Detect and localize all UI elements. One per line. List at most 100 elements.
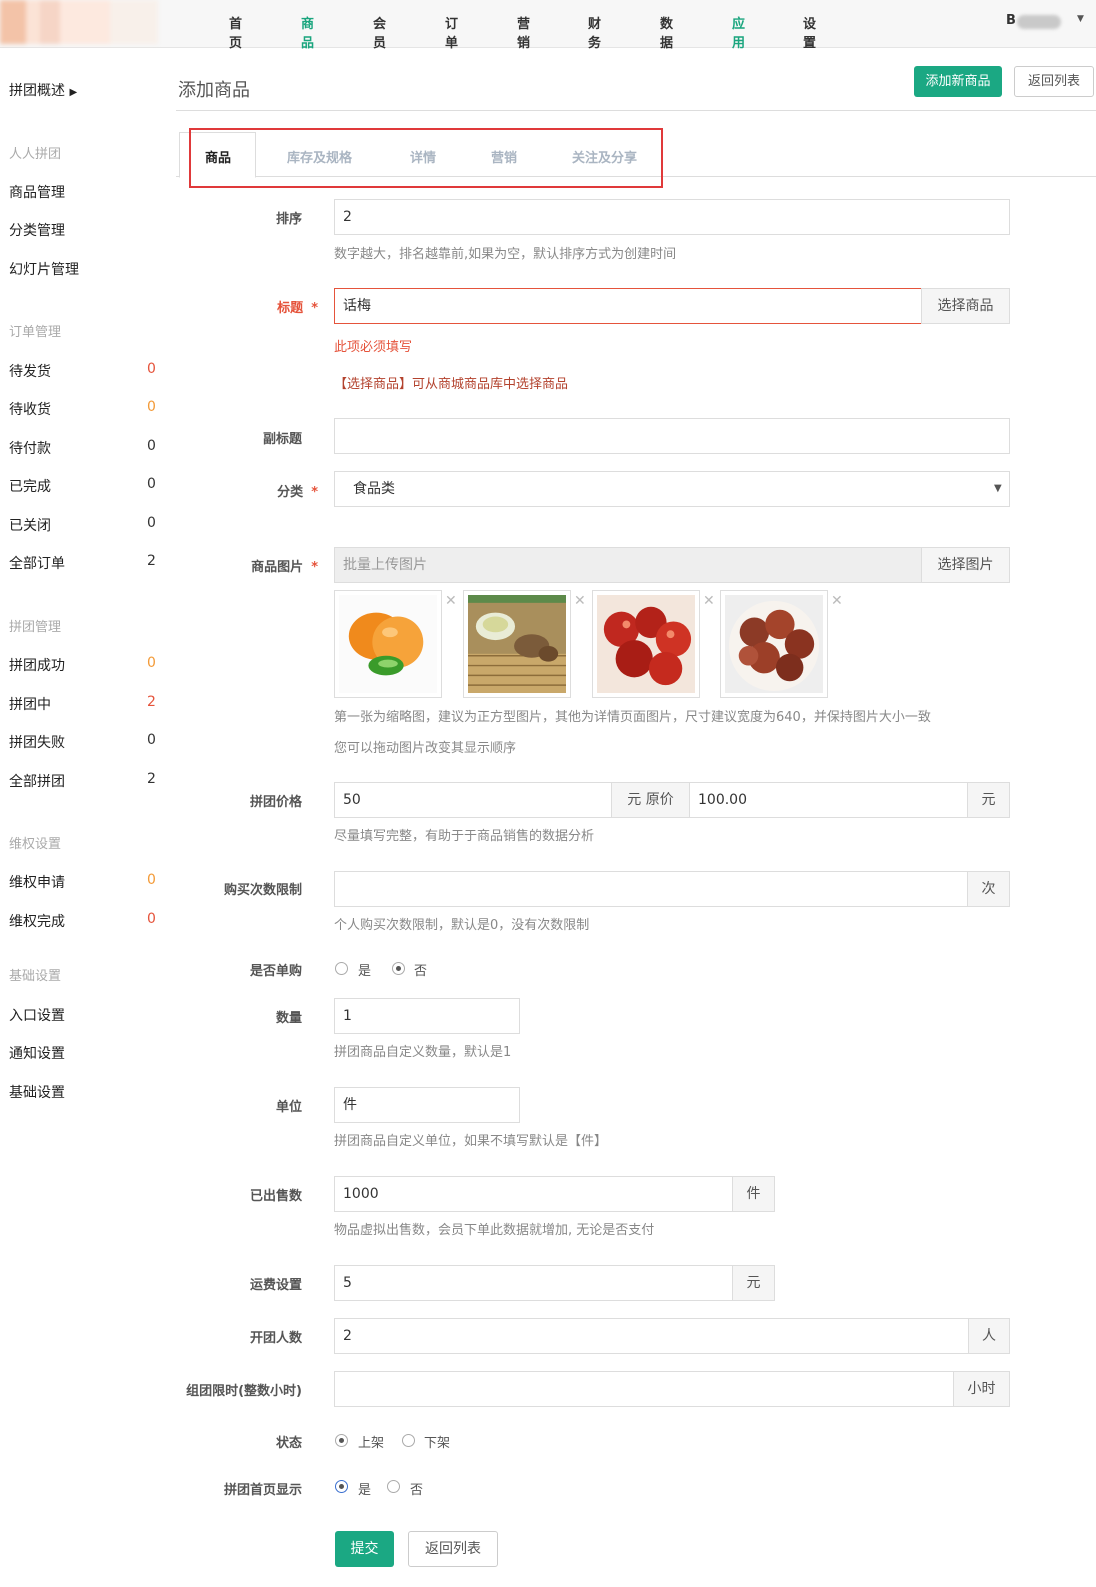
images-label: 商品图片 * — [158, 556, 318, 575]
group-price-input[interactable]: 50 — [334, 782, 612, 818]
freight-label: 运费设置 — [249, 1278, 302, 1293]
nav-member[interactable]: 会员 — [373, 13, 386, 51]
category-label: 分类 * — [158, 481, 318, 500]
divider — [176, 110, 1096, 111]
price-unit-addon: 元 原价 — [611, 782, 690, 818]
sidebar-item-to-ship[interactable]: 待发货 — [9, 361, 51, 381]
sidebar-item-to-pay[interactable]: 待付款 — [9, 438, 51, 458]
sold-label: 已出售数 — [249, 1189, 302, 1204]
sidebar-item-entry[interactable]: 入口设置 — [9, 1005, 65, 1025]
sidebar-head-basic: 基础设置 — [9, 969, 62, 984]
original-price-input[interactable]: 100.00 — [689, 782, 968, 818]
unit-label: 单位 — [275, 1100, 302, 1115]
freight-input[interactable]: 5 — [334, 1265, 733, 1301]
nav-order[interactable]: 订单 — [445, 13, 458, 51]
product-image-2[interactable] — [463, 590, 571, 698]
sidebar-item-rights-done[interactable]: 维权完成 — [9, 911, 65, 931]
chevron-down-icon: ▼ — [994, 483, 1002, 494]
status-off-radio[interactable] — [402, 1434, 415, 1447]
unit-input[interactable]: 件 — [334, 1087, 520, 1123]
group-size-input[interactable]: 2 — [334, 1318, 969, 1354]
required-star: * — [311, 485, 318, 500]
submit-button[interactable]: 提交 — [335, 1531, 394, 1567]
purchase-limit-input[interactable] — [334, 871, 968, 907]
nav-marketing[interactable]: 营销 — [517, 13, 530, 51]
sidebar-item-category[interactable]: 分类管理 — [9, 220, 65, 240]
quantity-input[interactable]: 1 — [334, 998, 520, 1034]
remove-image-4-icon[interactable]: ✕ — [831, 593, 843, 609]
sidebar-item-slides[interactable]: 幻灯片管理 — [9, 259, 79, 279]
title-label: 标题 * — [158, 297, 318, 316]
sidebar-item-to-receive[interactable]: 待收货 — [9, 399, 51, 419]
apricot-image — [339, 595, 437, 693]
product-image-1[interactable] — [334, 590, 442, 698]
sidebar-item-basic[interactable]: 基础设置 — [9, 1082, 65, 1102]
remove-image-1-icon[interactable]: ✕ — [445, 593, 457, 609]
sidebar-item-completed[interactable]: 已完成 — [9, 476, 51, 496]
home-show-no-radio[interactable] — [387, 1480, 400, 1493]
product-image-4[interactable] — [720, 590, 828, 698]
home-show-yes-radio[interactable] — [335, 1480, 348, 1493]
nav-home[interactable]: 首页 — [229, 13, 242, 51]
sidebar-item-closed[interactable]: 已关闭 — [9, 515, 51, 535]
logo — [0, 0, 158, 44]
title-input[interactable]: 话梅 — [334, 288, 922, 324]
sidebar-item-grouping[interactable]: 拼团中 — [9, 694, 51, 714]
select-goods-button[interactable]: 选择商品 — [921, 288, 1010, 324]
sidebar-overview[interactable]: 拼团概述 ▶ — [9, 80, 77, 100]
time-limit-input[interactable] — [334, 1371, 954, 1407]
single-no-radio[interactable] — [392, 962, 405, 975]
sort-help: 数字越大，排名越靠前,如果为空，默认排序方式为创建时间 — [334, 247, 677, 262]
sort-input[interactable]: 2 — [334, 199, 1010, 235]
status-off-label: 下架 — [424, 1436, 451, 1451]
single-yes-radio[interactable] — [335, 962, 348, 975]
sidebar-item-rights-apply[interactable]: 维权申请 — [9, 872, 65, 892]
sidebar-head-rights: 维权设置 — [9, 837, 62, 852]
limit-help: 个人购买次数限制，默认是0，没有次数限制 — [334, 918, 590, 933]
sidebar-item-all-orders[interactable]: 全部订单 — [9, 553, 65, 573]
count-badge: 0 — [147, 476, 156, 492]
count-badge: 0 — [147, 515, 156, 531]
sidebar-item-notify[interactable]: 通知设置 — [9, 1043, 65, 1063]
nav-apps[interactable]: 应用 — [732, 13, 745, 51]
product-image-3[interactable] — [592, 590, 700, 698]
top-navbar: 首页 商品 会员 订单 营销 财务 数据 应用 设置 B ▼ — [0, 0, 1096, 51]
nav-data[interactable]: 数据 — [660, 13, 673, 51]
nav-finance[interactable]: 财务 — [588, 13, 601, 51]
nav-settings[interactable]: 设置 — [803, 13, 816, 51]
count-badge: 0 — [147, 732, 156, 748]
home-show-label: 拼团首页显示 — [223, 1483, 302, 1498]
quantity-help: 拼团商品自定义数量，默认是1 — [334, 1045, 512, 1060]
images-help: 第一张为缩略图，建议为正方型图片，其他为详情页面图片，尺寸建议宽度为640，并保… — [334, 710, 931, 725]
remove-image-3-icon[interactable]: ✕ — [703, 593, 715, 609]
sidebar-item-all-groups[interactable]: 全部拼团 — [9, 771, 65, 791]
sold-count-input[interactable]: 1000 — [334, 1176, 733, 1212]
sidebar-item-group-success[interactable]: 拼团成功 — [9, 655, 65, 675]
single-no-label: 否 — [414, 964, 428, 979]
category-label-text: 分类 — [277, 485, 304, 500]
count-badge: 0 — [147, 655, 156, 671]
page-title: 添加商品 — [178, 80, 250, 101]
sidebar-item-goods[interactable]: 商品管理 — [9, 182, 65, 202]
quantity-label: 数量 — [275, 1011, 302, 1026]
status-on-radio[interactable] — [335, 1434, 348, 1447]
user-name[interactable]: B — [1006, 13, 1016, 28]
nav-goods[interactable]: 商品 — [301, 13, 314, 51]
group-size-unit-addon: 人 — [968, 1318, 1010, 1354]
batch-upload-input[interactable]: 批量上传图片 — [334, 547, 922, 583]
count-badge: 0 — [147, 361, 156, 377]
sidebar-item-group-failed[interactable]: 拼团失败 — [9, 732, 65, 752]
back-list-button[interactable]: 返回列表 — [408, 1531, 498, 1567]
back-to-list-button[interactable]: 返回列表 — [1014, 66, 1094, 97]
remove-image-2-icon[interactable]: ✕ — [574, 593, 586, 609]
subtitle-input[interactable] — [334, 418, 1010, 454]
home-show-no-label: 否 — [410, 1483, 424, 1498]
select-image-button[interactable]: 选择图片 — [921, 547, 1010, 583]
images-drag-help: 您可以拖动图片改变其显示顺序 — [334, 741, 517, 756]
add-new-goods-button[interactable]: 添加新商品 — [914, 66, 1002, 97]
count-badge: 2 — [147, 771, 156, 787]
user-menu-caret-icon[interactable]: ▼ — [1077, 14, 1084, 24]
highlight-box — [189, 128, 663, 188]
category-select[interactable]: 食品类 — [334, 471, 1010, 507]
sold-unit-addon: 件 — [732, 1176, 775, 1212]
